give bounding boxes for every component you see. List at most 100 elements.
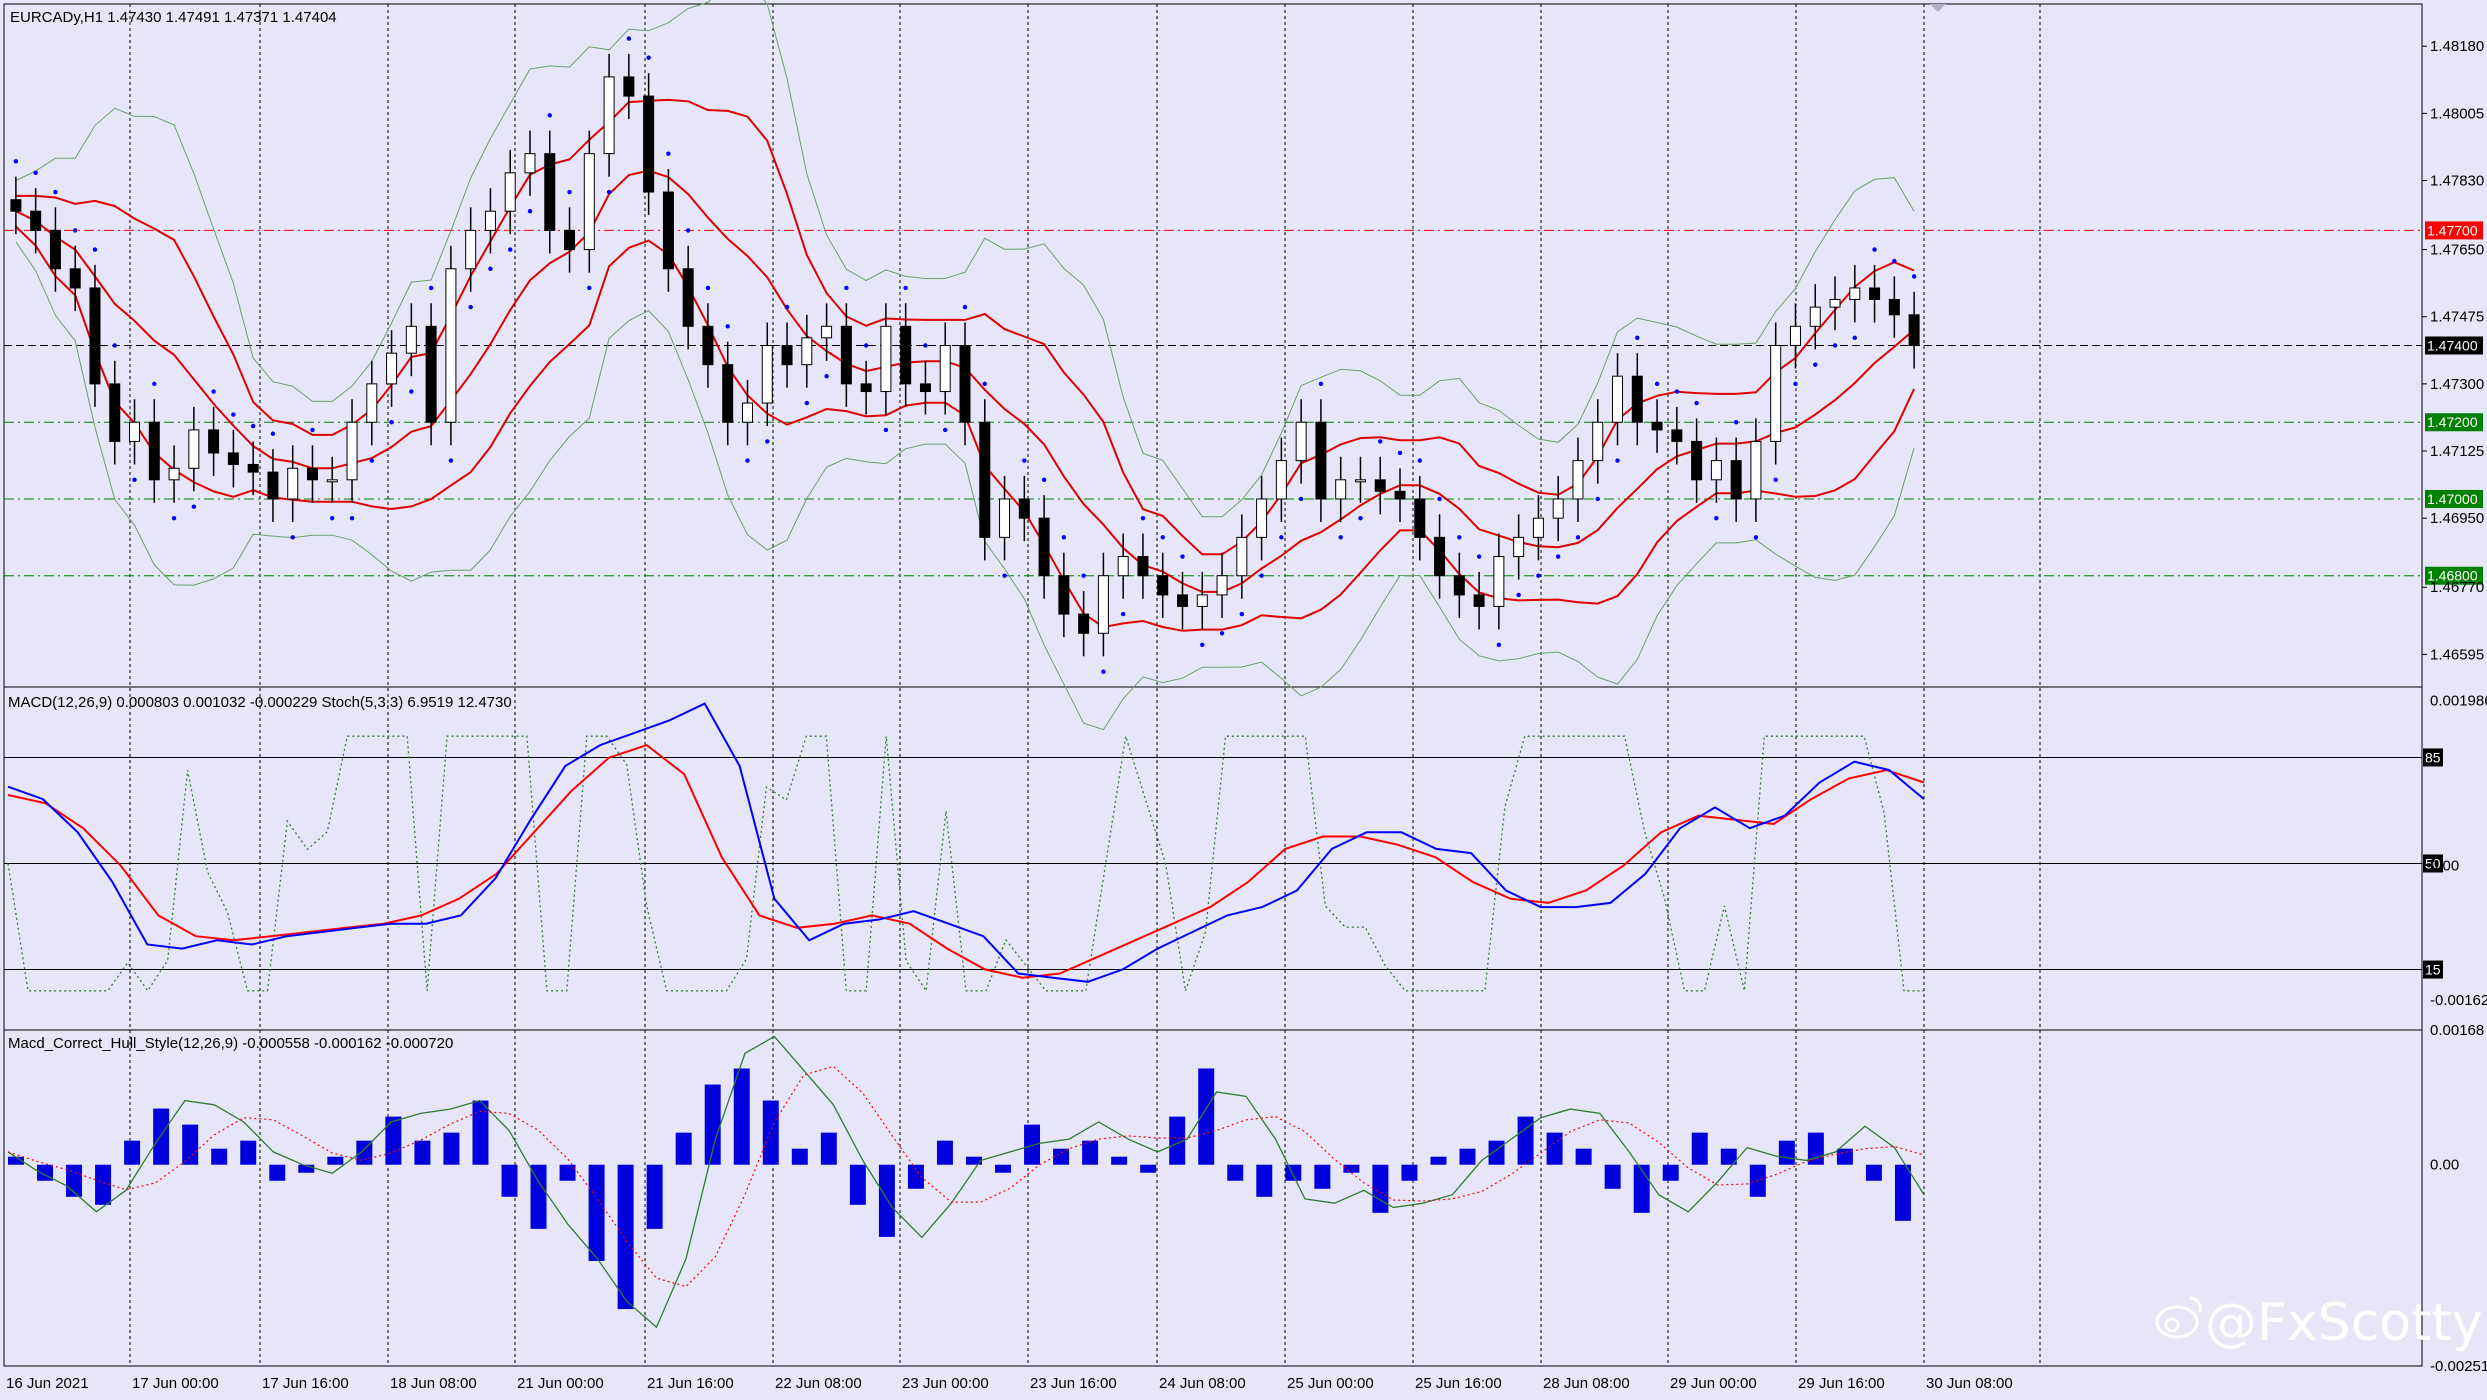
parabolic-sar-dot (1753, 535, 1759, 540)
parabolic-sar-dot (1674, 389, 1680, 394)
candle-body (129, 421, 141, 442)
parabolic-sar-dot (152, 381, 157, 387)
candle-body (1849, 287, 1861, 300)
parabolic-sar-dot (270, 431, 276, 436)
parabolic-sar-dot (409, 389, 414, 394)
candle-body (781, 345, 793, 366)
candle-body (741, 402, 753, 423)
parabolic-sar-dot (132, 477, 137, 482)
parabolic-sar-dot (1911, 274, 1917, 279)
hull-histogram-bar (878, 1164, 895, 1237)
parabolic-sar-dot (606, 189, 612, 195)
parabolic-sar-dot (863, 343, 869, 348)
parabolic-sar-dot (1120, 611, 1126, 617)
parabolic-sar-dot (389, 420, 394, 425)
parabolic-sar-dot (1338, 535, 1343, 540)
parabolic-sar-dot (1595, 496, 1600, 502)
candle-body (1829, 298, 1841, 308)
candle-body (425, 325, 437, 423)
macd-axis-label: 0.001986 (2430, 693, 2487, 710)
hull-histogram-bar (443, 1132, 460, 1165)
parabolic-sar-dot (883, 427, 889, 433)
candle-body (10, 199, 22, 212)
price-axis-label: 1.46770 (2430, 579, 2484, 596)
candle-body (188, 429, 200, 469)
parabolic-sar-dot (112, 343, 117, 348)
candle-body (544, 153, 556, 231)
hull-histogram-bar (269, 1164, 286, 1181)
parabolic-sar-dot (1892, 258, 1897, 264)
hull-histogram-bar (1604, 1164, 1621, 1189)
price-axis-label: 1.47475 (2430, 309, 2484, 326)
symbol-info-label: EURCADy,H1 1.47430 1.47491 1.47371 1.474… (10, 9, 337, 26)
candle-body (1137, 556, 1149, 577)
time-tick-label: 16 Jun 2021 (6, 1375, 89, 1392)
price-axis-label: 1.47650 (2430, 242, 2484, 259)
parabolic-sar-dot (508, 247, 513, 252)
candle-body (1789, 325, 1801, 346)
time-tick-label: 25 Jun 00:00 (1287, 1375, 1374, 1392)
parabolic-sar-dot (1872, 247, 1877, 252)
chart-canvas[interactable]: 1.477001.474001.472001.470001.468001.481… (0, 0, 2487, 1395)
hull-histogram-bar (617, 1164, 634, 1310)
candle-body (1196, 594, 1208, 607)
parabolic-sar-dot (1654, 381, 1660, 387)
hull-histogram-bar (501, 1164, 518, 1197)
parabolic-sar-dot (1457, 535, 1462, 540)
candle-body (306, 467, 318, 481)
parabolic-sar-dot (349, 515, 355, 521)
candle-body (465, 229, 477, 270)
parabolic-sar-dot (1832, 343, 1838, 348)
parabolic-sar-dot (488, 266, 493, 271)
candle-body (1315, 421, 1327, 500)
mt4-chart-window[interactable]: 1.47700 1.47400 1.47200 1.47000 1.46800 1.481… (0, 0, 2487, 1395)
parabolic-sar-dot (1852, 335, 1857, 341)
candle-body (1414, 498, 1426, 538)
parabolic-sar-dot (468, 304, 473, 310)
hull-histogram-bar (153, 1108, 170, 1165)
candle-body (1453, 575, 1465, 596)
parabolic-sar-dot (92, 247, 98, 252)
parabolic-sar-dot (547, 113, 552, 118)
parabolic-sar-dot (231, 412, 236, 417)
hull-histogram-bar (762, 1100, 779, 1165)
candle-body (1216, 575, 1228, 596)
parabolic-sar-dot (53, 189, 58, 195)
price-axis-label: 1.46950 (2430, 510, 2484, 527)
hull-histogram-bar (1778, 1140, 1795, 1165)
parabolic-sar-dot (1417, 458, 1422, 463)
candle-body (880, 325, 892, 393)
hull-histogram-bar (182, 1124, 199, 1165)
candle-body (148, 421, 160, 481)
candle-body (227, 452, 239, 465)
hull-histogram-bar (1488, 1140, 1505, 1165)
hull-info-label: Macd_Correct_Hull_Style(12,26,9) -0.0005… (8, 1035, 453, 1052)
hull-histogram-bar (1140, 1164, 1157, 1173)
candle-body (840, 325, 852, 385)
candle-body (1631, 375, 1643, 423)
parabolic-sar-dot (626, 36, 632, 41)
candle-body (900, 325, 912, 385)
time-tick-label: 23 Jun 00:00 (902, 1375, 989, 1392)
candle-body (702, 325, 714, 366)
hull-histogram-bar (1111, 1156, 1128, 1165)
hull-histogram-bar (240, 1140, 257, 1165)
price-level-tag-text: 1.47400 (2427, 338, 2478, 354)
hull-histogram-bar (1691, 1132, 1708, 1165)
parabolic-sar-dot (705, 285, 711, 291)
parabolic-sar-dot (1496, 642, 1502, 647)
price-axis-label: 1.48005 (2430, 105, 2484, 122)
parabolic-sar-dot (310, 427, 315, 433)
candle-body (1592, 421, 1604, 462)
parabolic-sar-dot (1397, 450, 1403, 456)
candle-body (504, 172, 516, 212)
candle-body (524, 153, 536, 174)
time-tick-label: 21 Jun 00:00 (517, 1375, 604, 1392)
candle-body (1335, 479, 1347, 500)
candle-body (1671, 429, 1683, 442)
hull-axis-label: 0.00 (2430, 1157, 2459, 1174)
hull-histogram-bar (1372, 1164, 1389, 1213)
time-tick-label: 18 Jun 08:00 (390, 1375, 477, 1392)
candle-body (247, 463, 259, 473)
candle-body (366, 383, 378, 423)
